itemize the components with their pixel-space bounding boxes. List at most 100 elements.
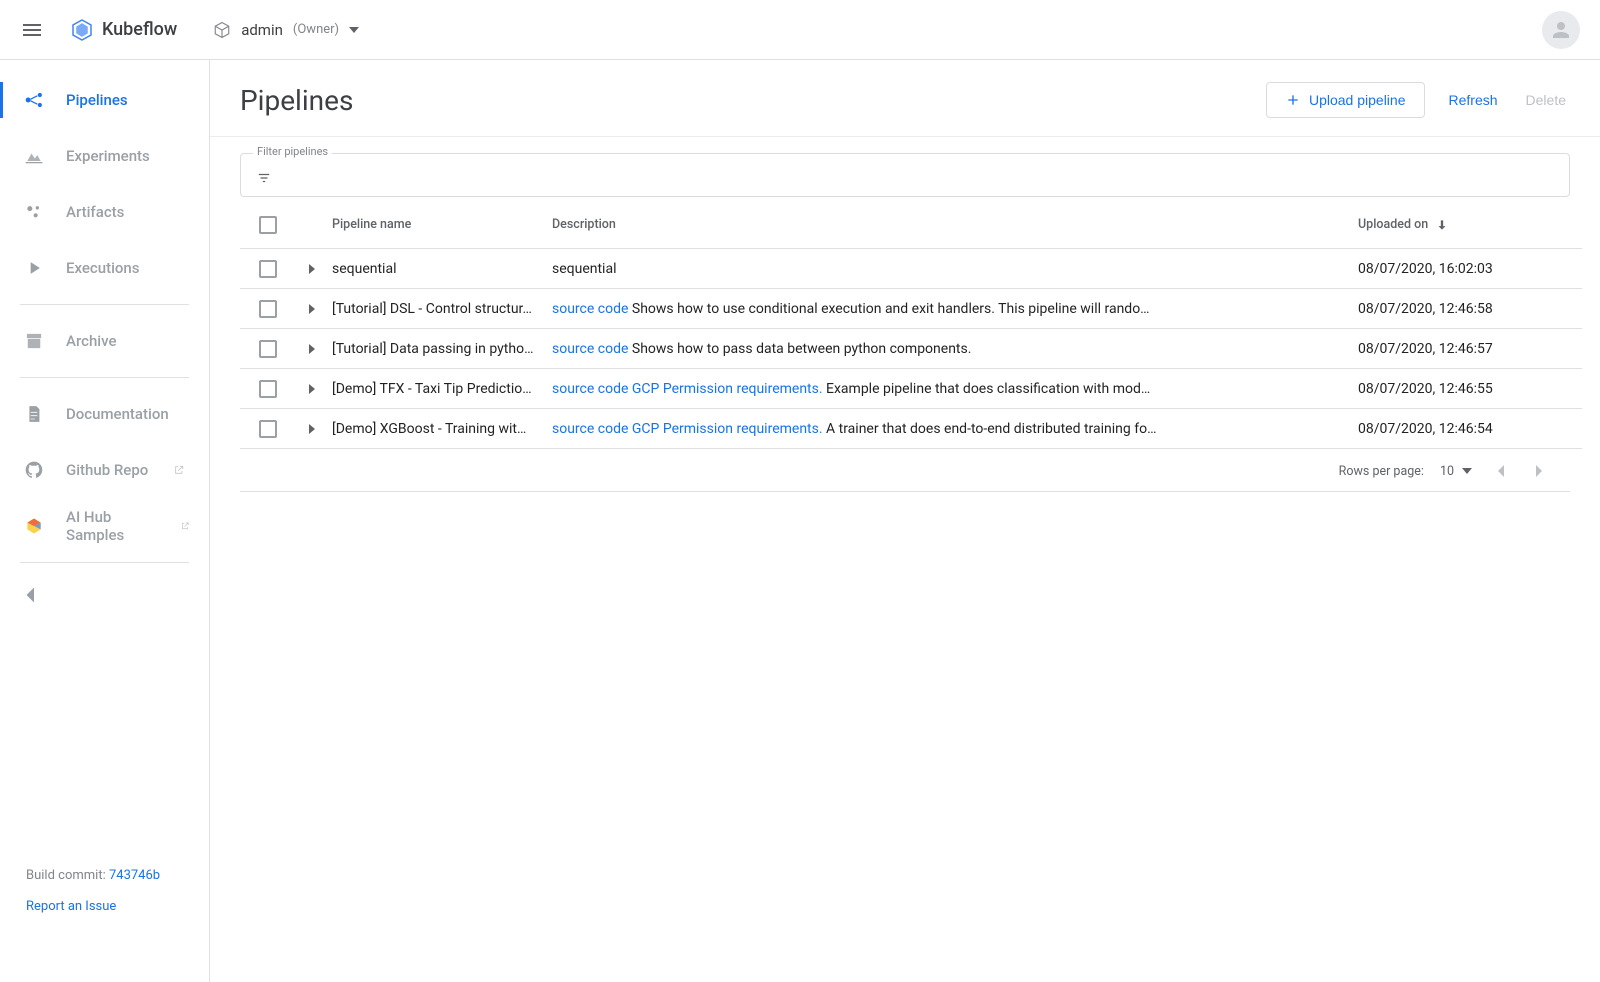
pipeline-date: 08/07/2020, 12:46:58 (1358, 301, 1578, 317)
source-code-link[interactable]: source code GCP Permission requirements. (552, 421, 823, 437)
pipeline-date: 08/07/2020, 12:46:57 (1358, 341, 1578, 357)
table-pagination: Rows per page: 10 (240, 449, 1570, 492)
header-name[interactable]: Pipeline name (332, 217, 552, 232)
brand-name: Kubeflow (102, 19, 177, 40)
expand-row-button[interactable] (292, 344, 332, 354)
filter-pipelines-field[interactable]: Filter pipelines (240, 153, 1570, 197)
sidebar-item-aihub[interactable]: AI Hub Samples (0, 498, 209, 554)
pipeline-name[interactable]: [Tutorial] DSL - Control structur… (332, 301, 552, 317)
expand-row-button[interactable] (292, 304, 332, 314)
sidebar-item-archive[interactable]: Archive (0, 313, 209, 369)
external-link-icon (174, 465, 184, 475)
table-row: [Tutorial] DSL - Control structur… sourc… (240, 289, 1582, 329)
upload-pipeline-button[interactable]: Upload pipeline (1266, 82, 1425, 118)
hamburger-menu-button[interactable] (20, 18, 44, 42)
brand-logo[interactable]: Kubeflow (70, 18, 177, 42)
pipelines-icon (24, 90, 44, 110)
pipeline-name[interactable]: sequential (332, 261, 552, 277)
sidebar: Pipelines Experiments Artifacts Executio… (0, 60, 210, 982)
sidebar-label: Executions (66, 259, 139, 277)
sidebar-item-documentation[interactable]: Documentation (0, 386, 209, 442)
pipeline-name[interactable]: [Tutorial] Data passing in pytho… (332, 341, 552, 357)
sidebar-item-artifacts[interactable]: Artifacts (0, 184, 209, 240)
nav-separator (20, 304, 189, 305)
chevron-right-icon (309, 264, 315, 274)
user-icon (1549, 18, 1573, 42)
user-avatar[interactable] (1542, 11, 1580, 49)
sidebar-label: Documentation (66, 405, 169, 423)
build-hash-link[interactable]: 743746b (109, 868, 160, 883)
content-area: Filter pipelines Pipeline name Descripti… (210, 137, 1600, 492)
filter-icon (255, 171, 273, 185)
chevron-right-icon (309, 344, 315, 354)
row-checkbox[interactable] (259, 420, 277, 438)
dropdown-caret-icon (349, 27, 359, 33)
prev-page-button[interactable] (1488, 459, 1512, 483)
rows-per-page-select[interactable]: 10 (1440, 464, 1472, 479)
pipeline-description: source code GCP Permission requirements.… (552, 421, 1358, 437)
sidebar-label: Experiments (66, 147, 150, 165)
dropdown-caret-icon (1462, 468, 1472, 474)
source-code-link[interactable]: source code (552, 301, 628, 317)
header-uploaded[interactable]: Uploaded on (1358, 217, 1578, 232)
page-title: Pipelines (240, 84, 353, 117)
collapse-sidebar-button[interactable] (0, 571, 209, 619)
pipeline-description: source code Shows how to pass data betwe… (552, 341, 1358, 357)
sidebar-label: AI Hub Samples (66, 508, 155, 544)
page-header: Pipelines Upload pipeline Refresh Delete (210, 60, 1600, 137)
row-checkbox[interactable] (259, 300, 277, 318)
filter-label: Filter pipelines (253, 145, 332, 158)
row-checkbox[interactable] (259, 260, 277, 278)
row-checkbox[interactable] (259, 380, 277, 398)
expand-row-button[interactable] (292, 424, 332, 434)
sidebar-item-experiments[interactable]: Experiments (0, 128, 209, 184)
table-row: [Tutorial] Data passing in pytho… source… (240, 329, 1582, 369)
source-code-link[interactable]: source code GCP Permission requirements. (552, 381, 823, 397)
table-row: [Demo] XGBoost - Training wit… source co… (240, 409, 1582, 449)
chevron-left-icon (1496, 465, 1504, 477)
row-checkbox[interactable] (259, 340, 277, 358)
experiments-icon (24, 146, 44, 166)
chevron-right-icon (309, 384, 315, 394)
nav-separator (20, 377, 189, 378)
document-icon (24, 404, 44, 424)
top-bar: Kubeflow admin (Owner) (0, 0, 1600, 60)
report-issue-link[interactable]: Report an Issue (26, 899, 116, 914)
sidebar-label: Archive (66, 332, 116, 350)
pipeline-description: sequential (552, 261, 1358, 277)
kubeflow-icon (70, 18, 94, 42)
source-code-link[interactable]: source code (552, 341, 628, 357)
table-row: [Demo] TFX - Taxi Tip Predictio… source … (240, 369, 1582, 409)
plus-icon (1285, 92, 1301, 108)
sidebar-item-github[interactable]: Github Repo (0, 442, 209, 498)
refresh-button[interactable]: Refresh (1445, 84, 1502, 116)
expand-row-button[interactable] (292, 384, 332, 394)
sidebar-footer: Build commit: 743746b Report an Issue (0, 860, 209, 982)
expand-row-button[interactable] (292, 264, 332, 274)
external-link-icon (181, 521, 189, 531)
sidebar-label: Github Repo (66, 461, 148, 479)
filter-input[interactable] (285, 170, 1555, 186)
pipeline-name[interactable]: [Demo] XGBoost - Training wit… (332, 421, 552, 437)
chevron-right-icon (309, 424, 315, 434)
aihub-icon (24, 516, 44, 536)
namespace-role: (Owner) (293, 22, 339, 37)
sidebar-item-pipelines[interactable]: Pipelines (0, 72, 209, 128)
pipeline-name[interactable]: [Demo] TFX - Taxi Tip Predictio… (332, 381, 552, 397)
next-page-button[interactable] (1528, 459, 1552, 483)
artifacts-icon (24, 202, 44, 222)
build-label: Build commit: (26, 868, 109, 883)
namespace-icon (213, 21, 231, 39)
sidebar-label: Pipelines (66, 91, 128, 109)
archive-icon (24, 331, 44, 351)
header-description[interactable]: Description (552, 217, 1358, 232)
select-all-checkbox[interactable] (259, 216, 277, 234)
pipeline-date: 08/07/2020, 12:46:54 (1358, 421, 1578, 437)
namespace-selector[interactable]: admin (Owner) (213, 21, 359, 39)
sidebar-item-executions[interactable]: Executions (0, 240, 209, 296)
rows-per-page-label: Rows per page: (1339, 464, 1424, 479)
pipeline-date: 08/07/2020, 16:02:03 (1358, 261, 1578, 277)
pipeline-description: source code Shows how to use conditional… (552, 301, 1358, 317)
delete-button[interactable]: Delete (1522, 84, 1570, 116)
chevron-right-icon (309, 304, 315, 314)
